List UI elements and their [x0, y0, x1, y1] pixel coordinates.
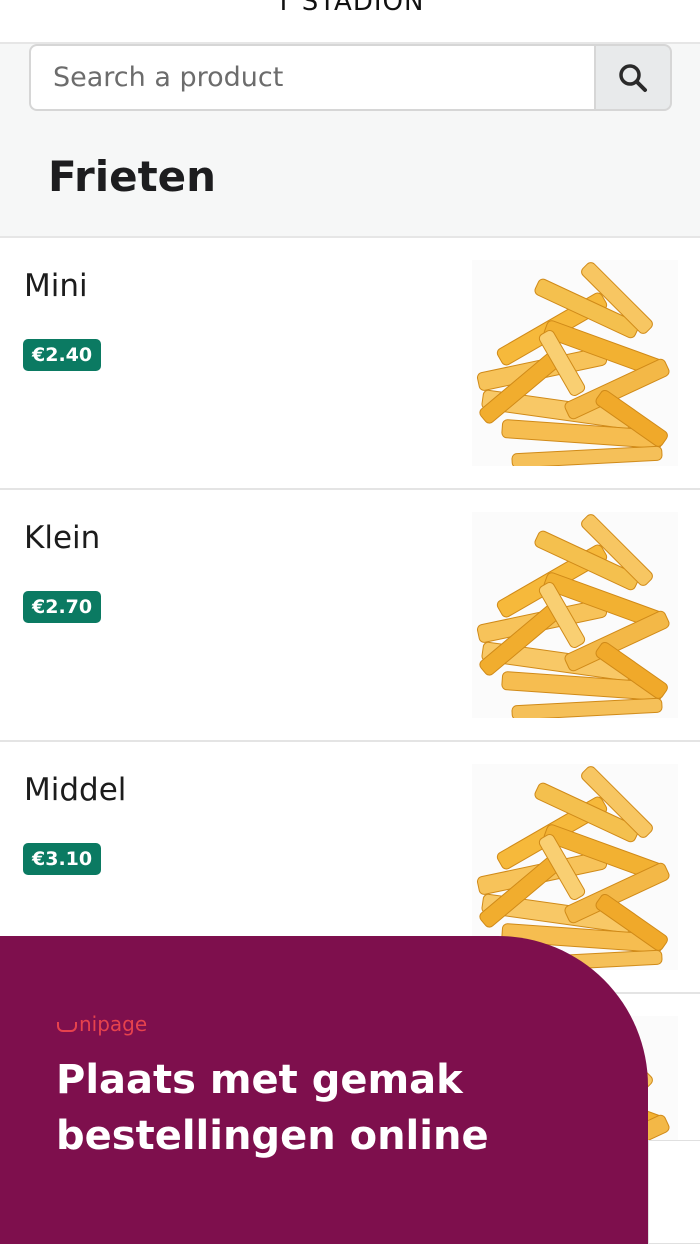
- promo-banner[interactable]: nipage Plaats met gemak bestellingen onl…: [0, 936, 648, 1244]
- price-badge: €2.70: [23, 591, 102, 623]
- fries-image: [472, 260, 678, 466]
- category-title: Frieten: [48, 152, 217, 201]
- side-card: [648, 1140, 700, 1244]
- search-icon: [619, 63, 647, 92]
- product-name: Middel: [24, 772, 127, 808]
- logo-u-shape: [57, 1022, 77, 1032]
- logo-text: nipage: [79, 1012, 148, 1036]
- search-bar: [29, 44, 672, 111]
- promo-headline: Plaats met gemak bestellingen online: [56, 1057, 489, 1159]
- category-header: Frieten: [0, 44, 700, 238]
- product-item-klein[interactable]: Klein €2.70: [0, 490, 700, 742]
- price-badge: €3.10: [23, 843, 102, 875]
- product-item-mini[interactable]: Mini €2.40: [0, 238, 700, 490]
- unipage-logo: nipage: [57, 1012, 147, 1036]
- fries-image: [472, 512, 678, 718]
- top-bar: T STADION: [0, 0, 700, 44]
- product-name: Klein: [24, 520, 101, 556]
- search-button[interactable]: [594, 44, 672, 111]
- price-badge: €2.40: [23, 339, 102, 371]
- product-name: Mini: [24, 268, 88, 304]
- store-title: T STADION: [275, 0, 425, 17]
- search-input[interactable]: [29, 44, 594, 111]
